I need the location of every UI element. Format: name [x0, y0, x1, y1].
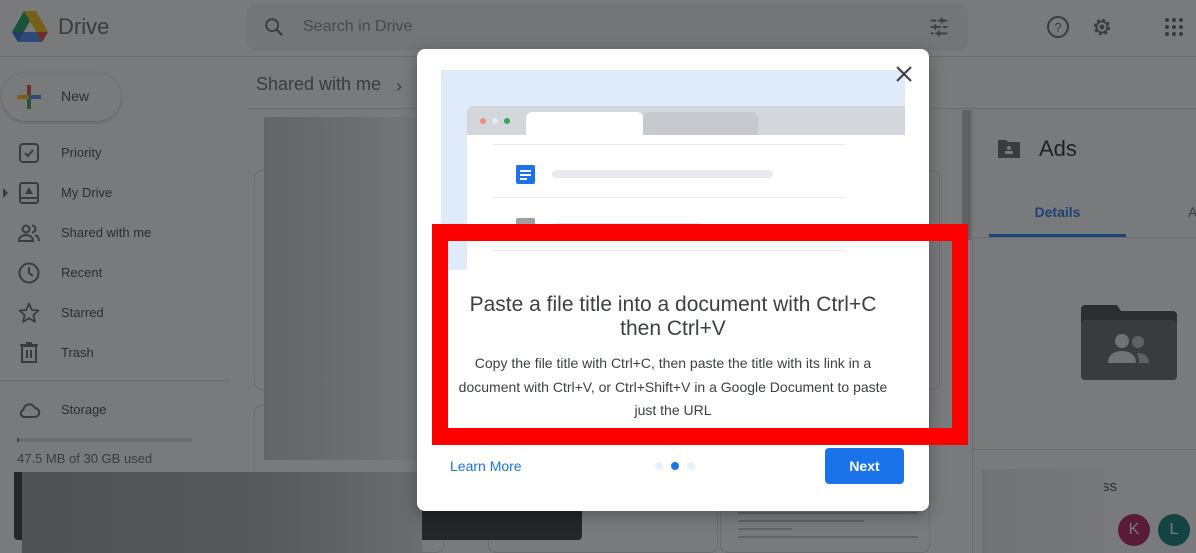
- window-dot: [492, 118, 498, 124]
- pager-dot[interactable]: [687, 462, 695, 470]
- pager-dot-active[interactable]: [671, 462, 679, 470]
- google-docs-icon: [516, 165, 535, 184]
- learn-more-link[interactable]: Learn More: [450, 458, 522, 474]
- illustration-row-line: [493, 250, 845, 251]
- tips-dialog: Paste a file title into a document with …: [417, 49, 929, 511]
- illustration-title-placeholder: [552, 170, 773, 178]
- illustration-row-line: [493, 197, 845, 198]
- dialog-body: Copy the file title with Ctrl+C, then pa…: [458, 355, 888, 418]
- dialog-title: Paste a file title into a document with …: [469, 293, 877, 340]
- pager-dot[interactable]: [655, 462, 663, 470]
- illustration-tab-bar: [467, 106, 905, 136]
- illustration-active-tab: [526, 112, 643, 136]
- file-icon: [516, 218, 535, 237]
- window-dot: [480, 118, 486, 124]
- window-dot: [504, 118, 510, 124]
- illustration-title-placeholder: [552, 223, 702, 231]
- next-button[interactable]: Next: [825, 448, 904, 484]
- close-icon[interactable]: [892, 62, 916, 86]
- drive-app: Drive Search in Drive ? New: [0, 0, 1196, 553]
- illustration-row-line: [493, 144, 845, 145]
- dialog-illustration: [441, 70, 905, 270]
- illustration-inactive-tab: [643, 112, 758, 135]
- illustration-browser-window: [467, 106, 905, 270]
